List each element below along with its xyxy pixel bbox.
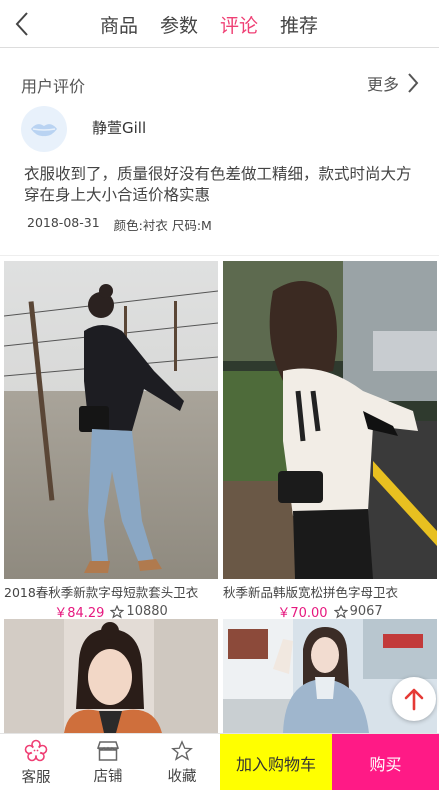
review-spec: 颜色:衬衣 尺码:M — [113, 218, 212, 233]
more-reviews-link[interactable]: 更多 — [367, 71, 419, 95]
review-date: 2018-08-31 — [27, 215, 100, 230]
star-icon — [333, 604, 348, 619]
arrow-up-icon — [404, 688, 424, 711]
product-title: 秋季新品韩版宽松拼色字母卫衣 — [223, 585, 399, 600]
favorite-button[interactable]: 收藏 — [146, 734, 218, 790]
store-label: 店铺 — [93, 768, 123, 785]
tab-recommend[interactable]: 推荐 — [280, 11, 318, 38]
product-image — [4, 619, 218, 733]
more-label: 更多 — [366, 75, 399, 94]
customer-service-button[interactable]: 客服 — [0, 734, 72, 790]
reviews-section: 用户评价 更多 静萱Gill 衣服收到了，质量很好没有色差做工精细，款式时尚大方… — [0, 49, 439, 256]
reviewer-name: 静萱Gill — [92, 119, 147, 137]
product-card[interactable]: 2018春秋季新款字母短款套头卫衣 ￥84.29 10880 — [4, 261, 218, 621]
favorite-label: 收藏 — [167, 768, 197, 785]
add-to-cart-button[interactable]: 加入购物车 — [220, 734, 332, 790]
tab-bar: 商品 参数 评论 推荐 — [100, 0, 318, 48]
back-button[interactable] — [8, 8, 36, 40]
star-icon — [171, 739, 193, 761]
star-icon — [110, 604, 125, 619]
store-icon — [96, 740, 120, 761]
product-card[interactable] — [4, 619, 218, 733]
product-title: 2018春秋季新款字母短款套头卫衣 — [4, 585, 199, 600]
lips-icon — [31, 124, 57, 137]
top-nav-bar: 商品 参数 评论 推荐 — [0, 0, 439, 48]
tab-params[interactable]: 参数 — [160, 11, 198, 38]
product-image — [223, 261, 437, 579]
reviews-title: 用户评价 — [21, 77, 86, 96]
product-card[interactable]: 秋季新品韩版宽松拼色字母卫衣 ￥70.00 9067 — [223, 261, 437, 621]
review-meta: 2018-08-31 颜色:衬衣 尺码:M — [27, 215, 212, 234]
store-button[interactable]: 店铺 — [72, 734, 144, 790]
chevron-right-icon — [408, 73, 419, 93]
product-image — [4, 261, 218, 579]
buy-button[interactable]: 购买 — [332, 734, 439, 790]
favorite-number: 10880 — [126, 604, 168, 619]
avatar — [21, 106, 67, 152]
review-text: 衣服收到了，质量很好没有色差做工精细，款式时尚大方穿在身上大小合适价格实惠 — [24, 165, 412, 204]
bottom-action-bar: 客服 店铺 收藏 加入购物车 购买 — [0, 733, 439, 790]
scroll-to-top-button[interactable] — [392, 677, 436, 721]
tab-reviews[interactable]: 评论 — [220, 11, 258, 38]
chevron-left-icon — [15, 12, 28, 36]
tab-product[interactable]: 商品 — [100, 11, 138, 38]
favorite-number: 9067 — [349, 604, 383, 619]
flower-icon — [24, 739, 48, 761]
customer-service-label: 客服 — [21, 769, 51, 786]
